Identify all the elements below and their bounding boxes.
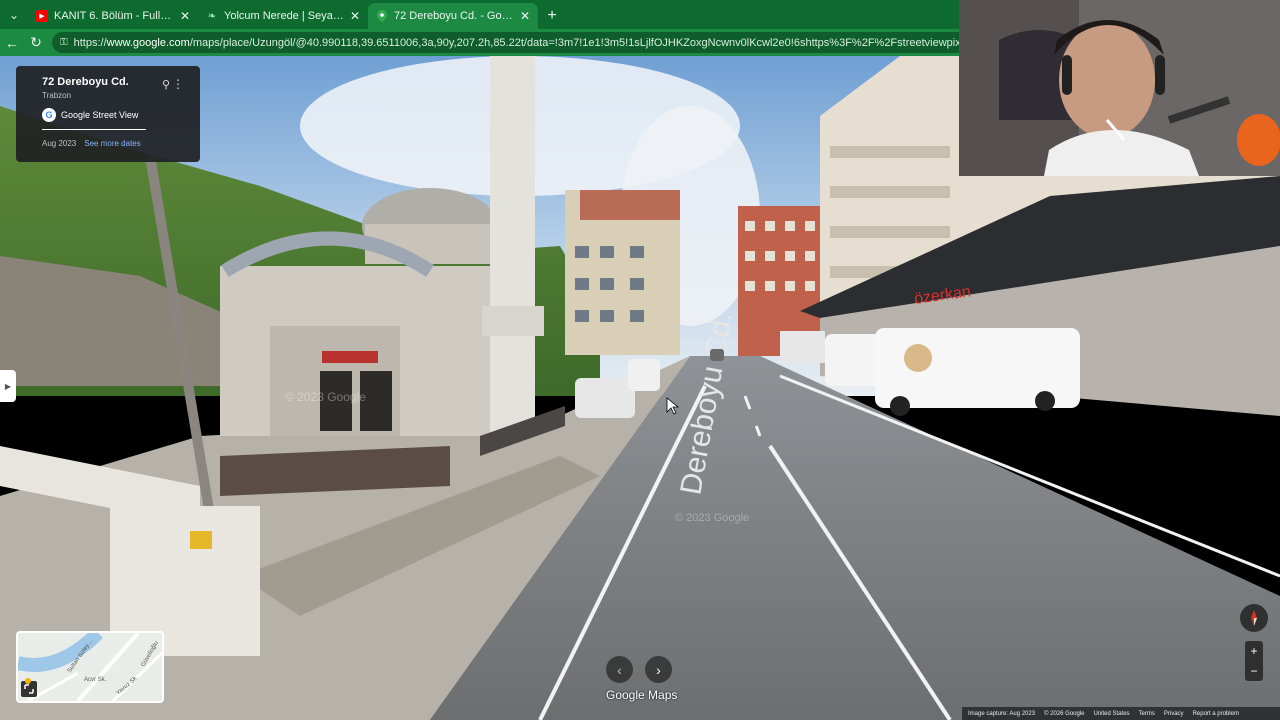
chevron-right-icon: ▶ <box>4 381 12 391</box>
location-info-card: 72 Dereboyu Cd. Trabzon ⚲ ⋮ G Google Str… <box>16 66 200 162</box>
zoom-in-button[interactable]: + <box>1250 644 1257 658</box>
chevron-left-icon: ‹ <box>617 661 622 678</box>
screen: ⌄ ▶ KANIT 6. Bölüm - Full Bölüm - YouTub… <box>0 0 1280 720</box>
terms-link[interactable]: Terms <box>1139 711 1155 717</box>
mini-map[interactable]: Sultan Süley… Acvr Sk. Güvelioğlu Yavuz … <box>16 631 164 703</box>
url-host: www.google.com <box>106 36 190 49</box>
scene-navigation: ‹ › <box>606 656 672 683</box>
report-problem-link[interactable]: Report a problem <box>1193 711 1239 717</box>
close-tab-icon[interactable]: ✕ <box>520 9 530 23</box>
chevron-right-icon: › <box>656 661 661 678</box>
url-prefix: https:// <box>73 36 107 49</box>
back-icon[interactable]: ← <box>0 29 24 56</box>
location-pin-icon[interactable]: ⚲ <box>162 78 170 91</box>
road-watermark: © 2023 Google <box>675 512 749 524</box>
webcam-image <box>959 0 1280 176</box>
place-city: Trabzon <box>42 91 72 100</box>
map-footer: Image capture: Aug 2023 © 2026 Google Un… <box>962 707 1280 720</box>
close-tab-icon[interactable]: ✕ <box>350 9 360 23</box>
webcam-overlay <box>959 0 1280 176</box>
expand-panel-button[interactable]: ▶ <box>0 370 16 402</box>
reload-icon[interactable]: ↻ <box>24 29 48 56</box>
youtube-icon: ▶ <box>36 10 48 22</box>
tab-title: KANIT 6. Bölüm - Full Bölüm - YouTube <box>54 10 174 22</box>
copyright-text: © 2026 Google <box>1044 710 1085 717</box>
tab-title: Yolcum Nerede | Seyahat Bilgileri <box>224 10 344 22</box>
tab-google-maps[interactable]: 72 Dereboyu Cd. - Google Maps ✕ <box>368 3 538 29</box>
image-capture-text: Image capture: Aug 2023 <box>968 710 1036 717</box>
zoom-out-button[interactable]: − <box>1250 664 1257 678</box>
capture-date: Aug 2023 <box>42 139 77 148</box>
more-options-icon[interactable]: ⋮ <box>172 77 184 91</box>
tab-title: 72 Dereboyu Cd. - Google Maps <box>394 10 514 22</box>
zoom-control: + − <box>1245 641 1263 681</box>
see-more-dates-link[interactable]: See more dates <box>84 139 140 148</box>
mini-map-image: Sultan Süley… Acvr Sk. Güvelioğlu Yavuz … <box>18 633 162 701</box>
divider <box>42 129 146 130</box>
tab-search-icon[interactable]: ⌄ <box>0 0 28 29</box>
region-link[interactable]: United States <box>1094 711 1130 717</box>
source-row: G Google Street View <box>42 108 188 122</box>
compass-icon <box>1251 610 1257 626</box>
source-label: Google Street View <box>61 110 139 120</box>
compass-button[interactable] <box>1240 604 1268 632</box>
date-row: Aug 2023 See more dates <box>42 139 188 148</box>
maps-pin-icon <box>376 10 388 22</box>
tab-yolcum-nerede[interactable]: ❧ Yolcum Nerede | Seyahat Bilgileri ✕ <box>198 3 368 29</box>
scene-watermark: © 2023 Google <box>285 390 366 404</box>
map-label: Acvr Sk. <box>84 677 107 683</box>
leaf-icon: ❧ <box>207 10 217 22</box>
site-info-icon[interactable]: ⚿ <box>60 37 68 48</box>
privacy-link[interactable]: Privacy <box>1164 711 1184 717</box>
tab-youtube[interactable]: ▶ KANIT 6. Bölüm - Full Bölüm - YouTube … <box>28 3 198 29</box>
previous-scene-button[interactable]: ‹ <box>606 656 633 683</box>
pegman-icon <box>25 678 31 684</box>
close-tab-icon[interactable]: ✕ <box>180 9 190 23</box>
new-tab-icon[interactable]: + <box>538 3 566 29</box>
google-maps-logo: Google Maps <box>606 688 678 702</box>
google-logo-icon: G <box>42 108 56 122</box>
next-scene-button[interactable]: › <box>645 656 672 683</box>
